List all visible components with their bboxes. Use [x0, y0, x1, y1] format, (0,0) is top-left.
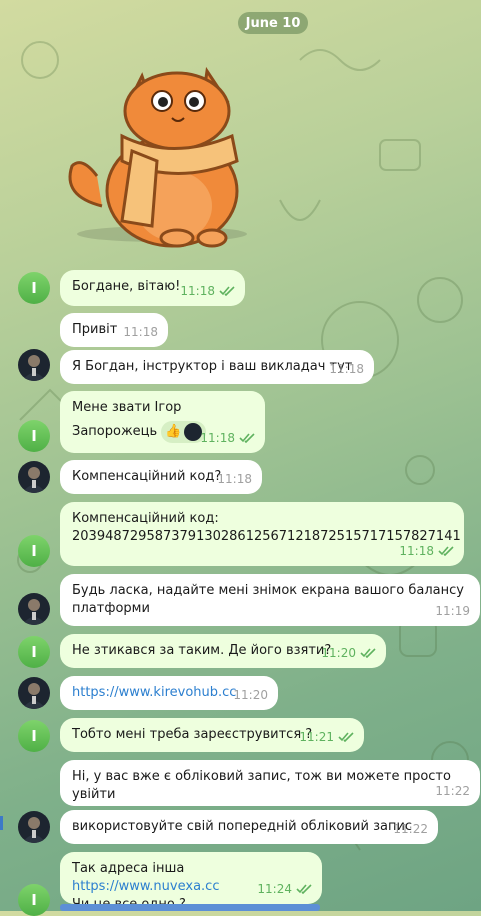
message-meta: 11:18: [123, 325, 158, 339]
instructor-avatar[interactable]: [18, 593, 50, 625]
message-bubble[interactable]: Компенсаційний код? 11:18: [60, 460, 262, 494]
selection-marker: [0, 816, 3, 830]
message-meta: 11:20: [321, 644, 376, 662]
message-bubble[interactable]: https://www.kirevohub.cc 11:20: [60, 676, 278, 710]
message-meta: 11:18: [180, 282, 235, 300]
message-text: Компенсаційний код?: [72, 469, 222, 484]
message-bubble[interactable]: Богдане, вітаю! 11:18: [60, 270, 245, 306]
person-photo-icon: [22, 683, 46, 709]
person-photo-icon: [22, 599, 46, 625]
message-bubble[interactable]: Компенсаційний код: 20394872958737913028…: [60, 502, 464, 566]
message-meta: 11:18: [329, 362, 364, 376]
message-bubble[interactable]: Мене звати Ігор Запорожець 👍 11:18: [60, 391, 265, 453]
message-meta: 11:20: [233, 688, 268, 702]
message-text: Я Богдан, інструктор і ваш викладач тут: [72, 359, 353, 374]
read-check-icon: [438, 546, 454, 556]
instructor-avatar[interactable]: [18, 349, 50, 381]
message-bubble[interactable]: Так адреса інша https://www.nuvexa.cc Чи…: [60, 852, 322, 912]
message-meta: 11:18: [399, 542, 454, 560]
message-meta: 11:24: [257, 880, 312, 898]
message-text: Ні, у вас вже є обліковий запис, тож ви …: [72, 769, 451, 802]
message-bubble[interactable]: Привіт 11:18: [60, 313, 168, 347]
message-text: Тобто мені треба зареєструвится ?: [72, 727, 313, 742]
message-meta: 11:22: [435, 784, 470, 798]
message-text: Не зтикався за таким. Де його взяти?: [72, 643, 332, 658]
message-text: Богдане, вітаю!: [72, 279, 181, 294]
message-meta: 11:22: [393, 822, 428, 836]
message-text: Привіт: [72, 322, 118, 337]
reaction-chip[interactable]: 👍: [161, 421, 206, 443]
message-bubble[interactable]: Я Богдан, інструктор і ваш викладач тут …: [60, 350, 374, 384]
message-meta: 11:18: [217, 472, 252, 486]
read-check-icon: [338, 732, 354, 742]
my-avatar[interactable]: I: [18, 720, 50, 752]
my-avatar[interactable]: I: [18, 420, 50, 452]
read-check-icon: [239, 433, 255, 443]
message-meta: 11:18: [200, 429, 255, 447]
message-text: Компенсаційний код: 20394872958737913028…: [72, 511, 461, 544]
message-text: Будь ласка, надайте мені знімок екрана в…: [72, 583, 464, 616]
instructor-avatar[interactable]: [18, 677, 50, 709]
message-meta: 11:19: [435, 604, 470, 618]
thumbs-up-icon: 👍: [165, 424, 182, 439]
my-avatar[interactable]: I: [18, 272, 50, 304]
person-photo-icon: [22, 467, 46, 493]
message-link[interactable]: https://www.kirevohub.cc: [72, 685, 236, 700]
read-check-icon: [360, 648, 376, 658]
read-check-icon: [219, 286, 235, 296]
message-bubble[interactable]: використовуйте свій попередній обліковий…: [60, 810, 438, 844]
instructor-avatar[interactable]: [18, 461, 50, 493]
date-separator: June 10: [238, 12, 308, 34]
read-check-icon: [296, 884, 312, 894]
message-bubble[interactable]: Будь ласка, надайте мені знімок екрана в…: [60, 574, 480, 626]
message-text: використовуйте свій попередній обліковий…: [72, 819, 413, 834]
person-photo-icon: [22, 817, 46, 843]
message-bubble[interactable]: Ні, у вас вже є обліковий запис, тож ви …: [60, 760, 480, 806]
next-message-edge: [60, 904, 320, 911]
instructor-avatar[interactable]: [18, 811, 50, 843]
my-avatar[interactable]: I: [18, 535, 50, 567]
cat-sticker[interactable]: [62, 56, 262, 256]
message-bubble[interactable]: Не зтикався за таким. Де його взяти? 11:…: [60, 634, 386, 668]
my-avatar[interactable]: I: [18, 636, 50, 668]
message-link[interactable]: https://www.nuvexa.cc: [72, 879, 219, 894]
message-bubble[interactable]: Тобто мені треба зареєструвится ? 11:21: [60, 718, 364, 752]
reactor-avatar: [183, 423, 202, 441]
my-avatar[interactable]: I: [18, 884, 50, 916]
person-photo-icon: [22, 355, 46, 381]
message-meta: 11:21: [299, 728, 354, 746]
